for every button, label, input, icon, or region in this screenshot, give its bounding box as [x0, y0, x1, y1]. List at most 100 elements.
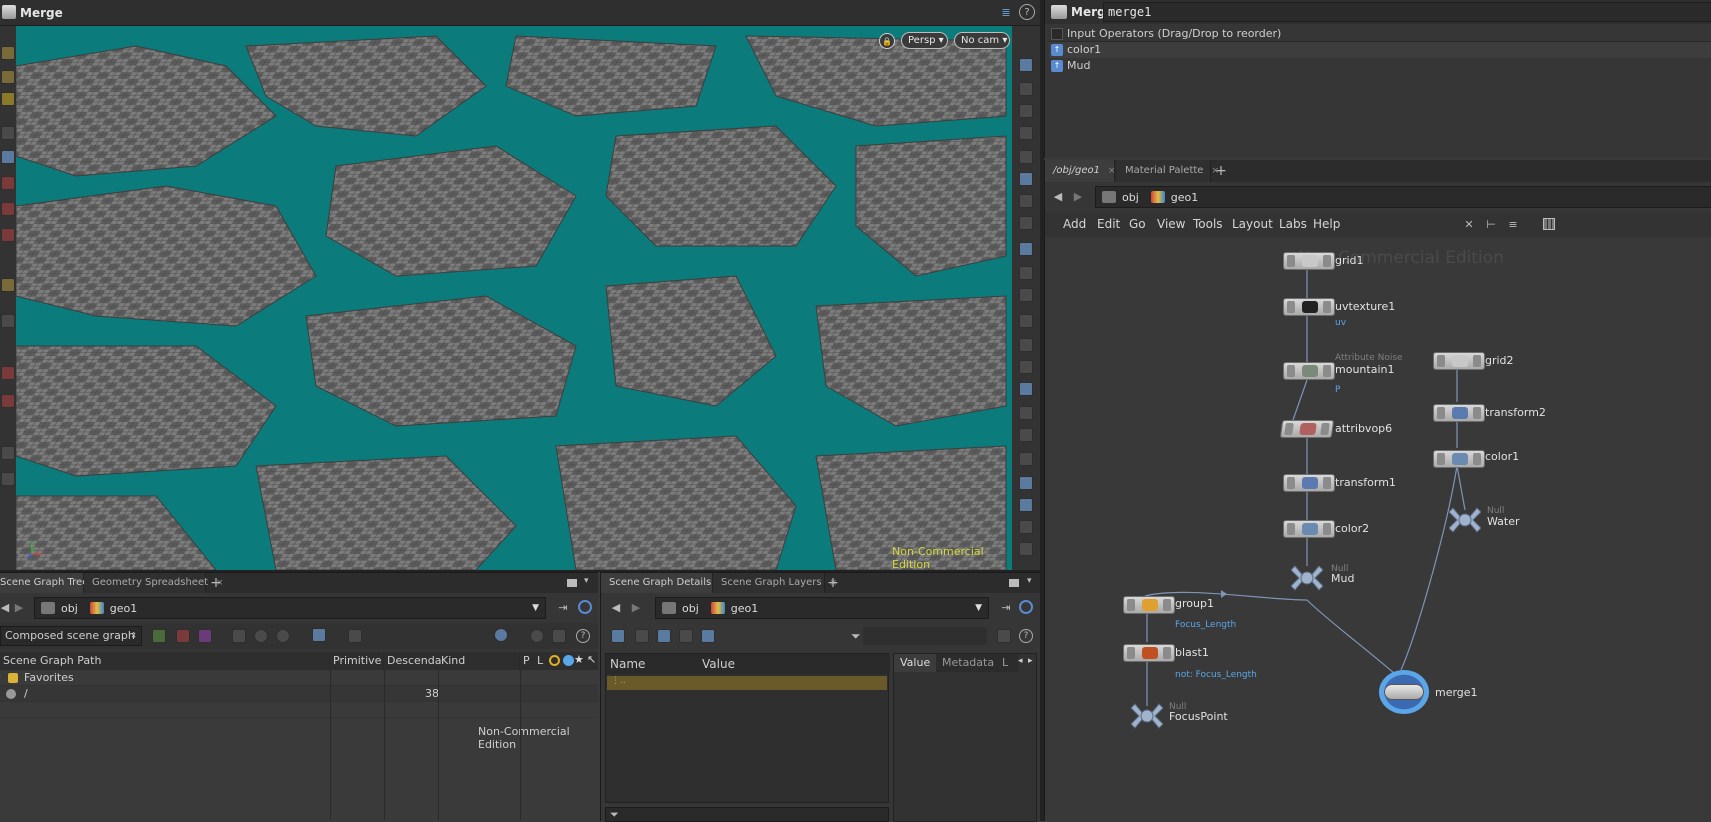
menu-edit[interactable]: Edit: [1097, 212, 1120, 236]
tab-material-palette[interactable]: Material Palette ×: [1117, 160, 1219, 182]
shade-icon[interactable]: [1019, 172, 1033, 186]
move-tool-icon[interactable]: [1, 150, 15, 164]
node-transform1[interactable]: [1283, 474, 1335, 492]
column-header[interactable]: L: [534, 652, 548, 670]
camera-menu[interactable]: No cam ▾: [954, 32, 1010, 49]
forward-arrow-icon[interactable]: ▶: [1071, 188, 1085, 204]
pane-maximize-icon[interactable]: [567, 579, 577, 587]
magnet-tool-icon[interactable]: [1, 176, 15, 190]
add-tab-icon[interactable]: +: [1213, 163, 1229, 179]
target-icon[interactable]: [494, 628, 508, 642]
pose-tool-icon[interactable]: [1, 366, 15, 380]
selected-row[interactable]: ⋮..: [607, 676, 887, 690]
menu-tools[interactable]: Tools: [1193, 212, 1223, 236]
bulb-icon[interactable]: [1019, 194, 1033, 208]
path-segment[interactable]: obj: [1122, 191, 1139, 204]
table-row[interactable]: / 38: [0, 686, 598, 702]
node-focuspoint[interactable]: [1130, 702, 1164, 730]
tab-scroll-right-icon[interactable]: ▸: [1028, 656, 1033, 666]
pick-off-icon[interactable]: [348, 629, 362, 643]
scene-mode-select[interactable]: Composed scene graph ⇕: [0, 626, 142, 646]
node-water[interactable]: [1448, 506, 1482, 534]
list-icon[interactable]: ≡: [1505, 216, 1521, 232]
star-icon[interactable]: ★: [574, 653, 584, 666]
camera-small-icon[interactable]: [997, 629, 1011, 643]
tab-obj-geo1[interactable]: /obj/geo1 ×: [1045, 160, 1116, 182]
column-header[interactable]: Primitive T: [330, 652, 384, 685]
sgd-filter-bar[interactable]: ⏷: [605, 807, 889, 822]
snap-tool-icon[interactable]: [1, 394, 15, 408]
search-icon[interactable]: [276, 629, 290, 643]
expand-icon[interactable]: ▸: [0, 672, 1, 682]
filter-icon[interactable]: ⏷: [851, 629, 861, 644]
tab-scene-graph-details[interactable]: Scene Graph Details×: [601, 573, 727, 593]
help-icon[interactable]: ?: [1019, 629, 1033, 643]
tree-view-icon[interactable]: [611, 629, 625, 643]
wrench-icon[interactable]: ✕: [1461, 216, 1477, 232]
material-icon[interactable]: [176, 629, 190, 643]
rotate-tool-icon[interactable]: [1, 202, 15, 216]
orbit-icon[interactable]: [1019, 266, 1033, 280]
close-tab-icon[interactable]: ×: [1108, 166, 1116, 176]
menu-layout[interactable]: Layout: [1232, 212, 1273, 236]
table-row[interactable]: ▸ Favorites: [0, 670, 598, 686]
dot-icon[interactable]: [1019, 314, 1033, 328]
camera-icon[interactable]: [1019, 288, 1033, 302]
pane-menu-icon[interactable]: ▾: [1027, 576, 1032, 586]
horizontal-divider[interactable]: [0, 570, 1040, 572]
visible-icon[interactable]: [563, 655, 574, 666]
sphere-icon[interactable]: [1019, 150, 1033, 164]
trs-icon[interactable]: [701, 629, 715, 643]
input-item[interactable]: ↑ Mud: [1049, 58, 1711, 74]
forward-arrow-icon[interactable]: ▶: [13, 599, 25, 615]
node-grid1[interactable]: [1283, 252, 1335, 270]
node-name-field[interactable]: merge1: [1103, 2, 1711, 22]
filter-dropdown[interactable]: [863, 627, 987, 645]
scale-tool-icon[interactable]: [1, 228, 15, 242]
node-group1[interactable]: [1123, 596, 1175, 614]
grid-icon[interactable]: [1543, 218, 1555, 230]
tab-geometry-spreadsheet[interactable]: Geometry Spreadsheet ×: [84, 573, 224, 593]
input-item[interactable]: ↑ color1: [1049, 42, 1711, 58]
tab-scene-graph-tree[interactable]: Scene Graph Tree×: [0, 573, 104, 593]
back-arrow-icon[interactable]: ◀: [1051, 188, 1065, 204]
column-header[interactable]: Descenda: [384, 652, 441, 670]
brush-tool-icon[interactable]: [1, 70, 15, 84]
persp-menu[interactable]: Persp ▾: [901, 32, 948, 49]
pick-icon[interactable]: [312, 628, 326, 642]
tab-scene-graph-layers[interactable]: Scene Graph Layers ×: [713, 573, 837, 593]
pointer-icon[interactable]: ↖: [587, 653, 596, 666]
list-view-icon[interactable]: [635, 629, 649, 643]
snap-icon[interactable]: [1019, 382, 1033, 396]
link-pane-icon[interactable]: [578, 600, 592, 614]
node-grid2[interactable]: [1433, 352, 1485, 370]
path-segment[interactable]: obj: [682, 602, 699, 615]
tab-metadata[interactable]: Metadata: [936, 654, 998, 672]
node-attribvop6[interactable]: [1279, 420, 1335, 438]
pane-menu-icon[interactable]: ▾: [584, 576, 589, 586]
node-uvtexture1[interactable]: [1283, 298, 1335, 316]
add-tab-icon[interactable]: +: [208, 575, 224, 591]
vertical-divider[interactable]: [1040, 0, 1044, 821]
viewport-3d[interactable]: 🔒 Persp ▾ No cam ▾ Non-Commercial Editio…: [16, 26, 1012, 570]
sgd-path[interactable]: obj geo1 ▼: [655, 597, 989, 619]
menu-help[interactable]: Help: [1313, 212, 1340, 236]
node-color1[interactable]: [1433, 450, 1485, 468]
node-transform2[interactable]: [1433, 404, 1485, 422]
camera-persp-icon[interactable]: [1019, 242, 1033, 256]
brush-icon[interactable]: [1019, 338, 1033, 352]
back-arrow-icon[interactable]: ◀: [609, 599, 623, 615]
forward-arrow-icon[interactable]: ▶: [629, 599, 643, 615]
net-path[interactable]: obj geo1: [1095, 186, 1711, 208]
display-options-icon[interactable]: ≣: [998, 4, 1014, 20]
inputs-toggle[interactable]: [1051, 28, 1063, 40]
menu-go[interactable]: Go: [1129, 212, 1146, 236]
help-icon[interactable]: ?: [1019, 4, 1035, 20]
display-wire-icon[interactable]: [1019, 58, 1033, 72]
arrow-tool-icon[interactable]: [1, 126, 15, 140]
pin-icon[interactable]: ⇥: [556, 600, 570, 614]
lock-view-icon[interactable]: 🔒: [879, 33, 895, 49]
camera-small-icon[interactable]: [552, 629, 566, 643]
info-icon[interactable]: [254, 629, 268, 643]
pin-icon[interactable]: ⇥: [999, 600, 1013, 614]
